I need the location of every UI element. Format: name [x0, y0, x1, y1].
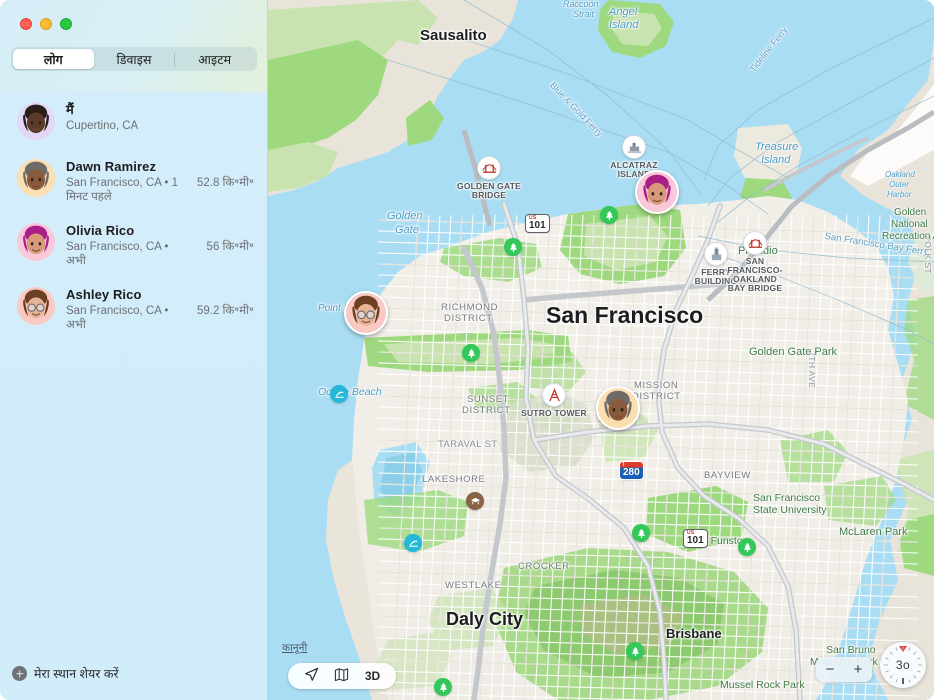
avatar: [17, 159, 55, 197]
person-info: मैं Cupertino, CA: [66, 101, 254, 133]
person-name: मैं: [66, 102, 74, 117]
close-button[interactable]: [20, 18, 32, 30]
tab-people-label: लोग: [43, 52, 63, 67]
shield-top: US: [529, 215, 537, 221]
beach-marker-ocean-beach[interactable]: [330, 385, 348, 403]
segmented-tabs: लोग डिवाइस आइटम: [11, 47, 257, 71]
map-layers-icon[interactable]: [334, 667, 349, 685]
compass-ticks: [884, 646, 922, 684]
person-map-pin[interactable]: [344, 291, 388, 335]
tab-devices[interactable]: डिवाइस: [94, 49, 176, 69]
zoom-in-button[interactable]: +: [854, 661, 863, 678]
shield-top: US: [687, 530, 695, 536]
park-marker-ggnra[interactable]: [600, 206, 618, 224]
person-subtitle: San Francisco, CA • 1 मिनट पहले: [66, 177, 179, 203]
map-controls-pill: 3D: [288, 663, 396, 689]
person-distance: 56 कि॰मी॰: [206, 241, 254, 253]
park-marker-golden-gate-park[interactable]: [462, 344, 480, 362]
shield-top: I: [623, 462, 625, 468]
location-arrow-icon[interactable]: [304, 667, 319, 685]
poi-marker[interactable]: [542, 383, 566, 407]
plus-circle-icon: [12, 666, 27, 681]
zoom-button[interactable]: [60, 18, 72, 30]
sidebar: लोग डिवाइस आइटम मैं Cupertino, CA Dawn Ram…: [0, 0, 268, 700]
person-info: Dawn Ramirez San Francisco, CA • 1 मिनट प…: [66, 158, 193, 204]
map-base-graphics: [268, 0, 934, 700]
avatar: [17, 102, 55, 140]
find-my-window: लोग डिवाइस आइटम मैं Cupertino, CA Dawn Ram…: [0, 0, 934, 700]
poi-marker[interactable]: [622, 135, 646, 159]
highway-shield: US 101: [525, 214, 550, 233]
legal-link[interactable]: कानूनी: [282, 641, 307, 655]
minimize-button[interactable]: [40, 18, 52, 30]
poi-marker[interactable]: [743, 231, 767, 255]
person-subtitle: San Francisco, CA • अभी: [66, 305, 169, 331]
park-marker-san-bruno[interactable]: [626, 642, 644, 660]
university-marker-sfsu[interactable]: [466, 492, 484, 510]
tab-devices-label: डिवाइस: [116, 52, 152, 67]
park-marker-mclaren[interactable]: [632, 524, 650, 542]
tab-people[interactable]: लोग: [13, 49, 94, 69]
park-marker-mussel-rock[interactable]: [434, 678, 452, 696]
tab-items[interactable]: आइटम: [174, 49, 255, 69]
person-subtitle: Cupertino, CA: [66, 120, 139, 132]
zoom-out-button[interactable]: −: [826, 661, 835, 678]
list-item[interactable]: Olivia Rico San Francisco, CA • अभी 56 कि॰…: [0, 213, 267, 277]
window-traffic-lights: [20, 18, 72, 30]
avatar: [17, 223, 55, 261]
beach-marker-fort-funston[interactable]: [404, 534, 422, 552]
list-item[interactable]: Dawn Ramirez San Francisco, CA • 1 मिनट प…: [0, 149, 267, 213]
map-canvas[interactable]: Sausalito San Francisco Daly City Brisbane R…: [268, 0, 934, 700]
poi-marker[interactable]: [477, 156, 501, 180]
highway-shield: US 101: [683, 529, 708, 548]
avatar: [17, 287, 55, 325]
highway-shield: I 280: [619, 461, 644, 480]
zoom-controls: − +: [816, 657, 872, 682]
park-marker-presidio[interactable]: [504, 238, 522, 256]
three-d-toggle[interactable]: 3D: [365, 669, 380, 683]
person-name: Olivia Rico: [66, 223, 135, 238]
person-distance: 59.2 कि॰मी॰: [196, 305, 254, 317]
share-my-location-label: मेरा स्थान शेयर करें: [34, 667, 119, 681]
person-map-pin[interactable]: [596, 386, 640, 430]
person-info: Olivia Rico San Francisco, CA • अभी: [66, 222, 203, 268]
people-list: मैं Cupertino, CA Dawn Ramirez San Francisc…: [0, 92, 267, 341]
person-info: Ashley Rico San Francisco, CA • अभी: [66, 286, 193, 332]
list-item[interactable]: मैं Cupertino, CA: [0, 92, 267, 149]
person-subtitle: San Francisco, CA • अभी: [66, 241, 169, 267]
person-map-pin[interactable]: [635, 170, 679, 214]
share-my-location-button[interactable]: मेरा स्थान शेयर करें: [12, 665, 119, 682]
person-name: Ashley Rico: [66, 287, 142, 302]
park-marker-candlestick[interactable]: [738, 538, 756, 556]
person-name: Dawn Ramirez: [66, 159, 157, 174]
compass-control[interactable]: 3o: [880, 642, 926, 688]
list-item[interactable]: Ashley Rico San Francisco, CA • अभी 59.2 क…: [0, 277, 267, 341]
person-distance: 52.8 कि॰मी॰: [196, 177, 254, 189]
poi-marker[interactable]: [704, 242, 728, 266]
tab-items-label: आइटम: [198, 52, 232, 67]
